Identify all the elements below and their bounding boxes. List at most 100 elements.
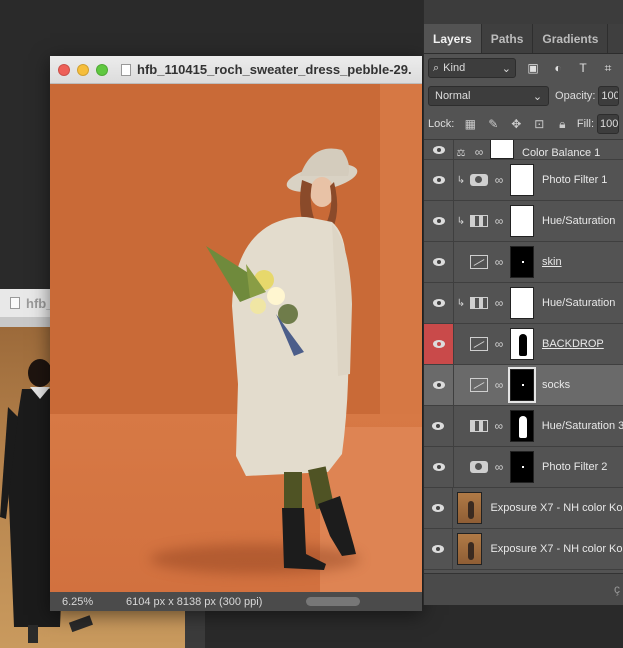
visibility-toggle[interactable] [424,529,454,569]
layer-mask-thumbnail[interactable] [510,451,534,483]
clipping-arrow-icon: ↳ [456,174,466,186]
layer-mask-thumbnail[interactable] [509,410,534,442]
layer-mask-thumbnail[interactable] [510,205,534,237]
main-window-titlebar[interactable]: hfb_110415_roch_sweater_dress_pebble-29. [50,56,422,84]
document-icon [10,297,20,309]
eye-icon [432,258,445,266]
eye-icon [432,381,445,389]
blend-mode-select[interactable]: Normal ⌄ [428,86,550,106]
lock-label: Lock: [428,118,455,130]
fill-input[interactable]: 100 [597,114,619,134]
link-icon[interactable]: ∞ [492,255,506,269]
horizontal-scrollbar[interactable] [306,597,360,606]
link-icon[interactable]: ∞ [492,214,506,228]
type-filter-icon[interactable]: T [575,60,591,76]
layer-mask-thumbnail[interactable] [490,140,514,159]
filter-kind-select[interactable]: ⌕ Kind ⌄ [428,58,516,78]
blend-row: Normal ⌄ Opacity: 100 [424,82,623,110]
panel-header [424,0,623,24]
link-icon[interactable]: ∞ [492,378,506,392]
minimize-button[interactable] [77,63,89,76]
pixel-filter-icon[interactable]: ▣ [525,60,541,76]
lock-transparent-icon[interactable]: ▦ [463,117,477,131]
visibility-toggle[interactable] [424,365,454,405]
panel-tabs: Layers Paths Gradients [424,24,623,54]
layer-mask-thumbnail[interactable] [508,367,536,403]
layer-row-selected[interactable]: ∞ socks [424,365,623,406]
visibility-toggle[interactable] [424,140,454,159]
visibility-toggle[interactable] [424,406,454,446]
link-icon[interactable]: ∞ [492,296,506,310]
opacity-input[interactable]: 100 [598,86,619,106]
shape-filter-icon[interactable]: ⌗ [600,60,616,76]
link-icon[interactable]: ∞ [492,337,506,351]
visibility-toggle[interactable] [424,201,454,241]
layer-name: skin [542,256,562,268]
filter-kind-label: Kind [443,62,466,74]
link-icon[interactable]: ∞ [492,460,506,474]
document-canvas[interactable] [50,84,422,592]
layers-panel: Layers Paths Gradients ⌕ Kind ⌄ ▣ ◐ T ⌗ … [423,0,623,605]
visibility-toggle[interactable] [424,283,454,323]
eye-icon [432,145,445,154]
layer-thumbnail[interactable] [457,492,483,524]
link-icon[interactable]: ∞ [492,173,506,187]
lock-row: Lock: ▦ ✎ ✥ ⊡ 🔒︎ Fill: 100 [424,110,623,138]
adjustment-filter-icon[interactable]: ◐ [550,60,566,76]
document-icon [121,63,131,76]
filter-row: ⌕ Kind ⌄ ▣ ◐ T ⌗ [424,54,623,82]
clipping-arrow-icon: ↳ [456,215,466,227]
link-icon[interactable]: ∞ [472,145,486,159]
layer-mask-thumbnail[interactable] [510,328,534,360]
lock-all-icon[interactable]: 🔒︎ [555,117,569,131]
layers-list: ⚖ ∞ Color Balance 1 ↳ ∞ Photo Filter 1 ↳… [424,139,623,573]
hue-saturation-icon [470,215,488,227]
visibility-toggle[interactable] [424,488,454,528]
status-bar: 6.25% 6104 px x 8138 px (300 ppi) › [50,592,422,611]
camera-icon [470,174,488,186]
layer-row[interactable]: Exposure X7 - NH color Koc [424,529,623,570]
layer-name: Photo Filter 2 [542,461,608,473]
visibility-toggle[interactable] [424,324,454,364]
opacity-label: Opacity: [555,90,596,102]
panel-footer-icon[interactable]: ç [614,582,620,596]
layer-row[interactable]: ∞ Photo Filter 2 [424,447,623,488]
layer-name: socks [542,379,571,391]
tab-gradients[interactable]: Gradients [533,24,609,53]
close-button[interactable] [58,63,70,76]
curves-icon [470,255,488,269]
model-photo [206,148,358,570]
layer-mask-thumbnail[interactable] [510,246,534,278]
lock-artboard-icon[interactable]: ⊡ [532,117,546,131]
camera-icon [470,461,488,473]
main-document-window[interactable]: hfb_110415_roch_sweater_dress_pebble-29. [50,56,422,611]
lock-image-icon[interactable]: ✎ [486,117,500,131]
tab-paths[interactable]: Paths [482,24,534,53]
desktop: hfb_ hfb_110415_roch_sweater_dress_pebbl… [0,0,623,648]
lock-position-icon[interactable]: ✥ [509,117,523,131]
layer-row[interactable]: ↳ ∞ Hue/Saturation [424,283,623,324]
visibility-toggle[interactable] [424,447,454,487]
layer-row[interactable]: ↳ ∞ Photo Filter 1 [424,160,623,201]
maximize-button[interactable] [96,63,108,76]
visibility-toggle[interactable] [424,160,454,200]
layer-row[interactable]: ∞ Hue/Saturation 3 [424,406,623,447]
layer-row[interactable]: ∞ skin [424,242,623,283]
layer-mask-thumbnail[interactable] [510,164,534,196]
layer-name: BACKDROP [542,338,604,350]
visibility-toggle[interactable] [424,242,454,282]
layer-name: Exposure X7 - NH color Koc [490,543,623,555]
tab-layers[interactable]: Layers [424,24,482,53]
zoom-level[interactable]: 6.25% [50,596,112,608]
layer-row[interactable]: Exposure X7 - NH color Koc [424,488,623,529]
layer-thumbnail[interactable] [457,533,483,565]
layer-row[interactable]: ∞ BACKDROP [424,324,623,365]
layer-mask-thumbnail[interactable] [510,287,534,319]
layer-name: Color Balance 1 [522,147,601,159]
eye-icon [432,463,445,471]
layer-row[interactable]: ↳ ∞ Hue/Saturation [424,201,623,242]
link-icon[interactable]: ∞ [492,419,506,433]
chevron-down-icon: ⌄ [501,62,511,75]
layer-row[interactable]: ⚖ ∞ Color Balance 1 [424,140,623,160]
curves-icon [470,337,488,351]
